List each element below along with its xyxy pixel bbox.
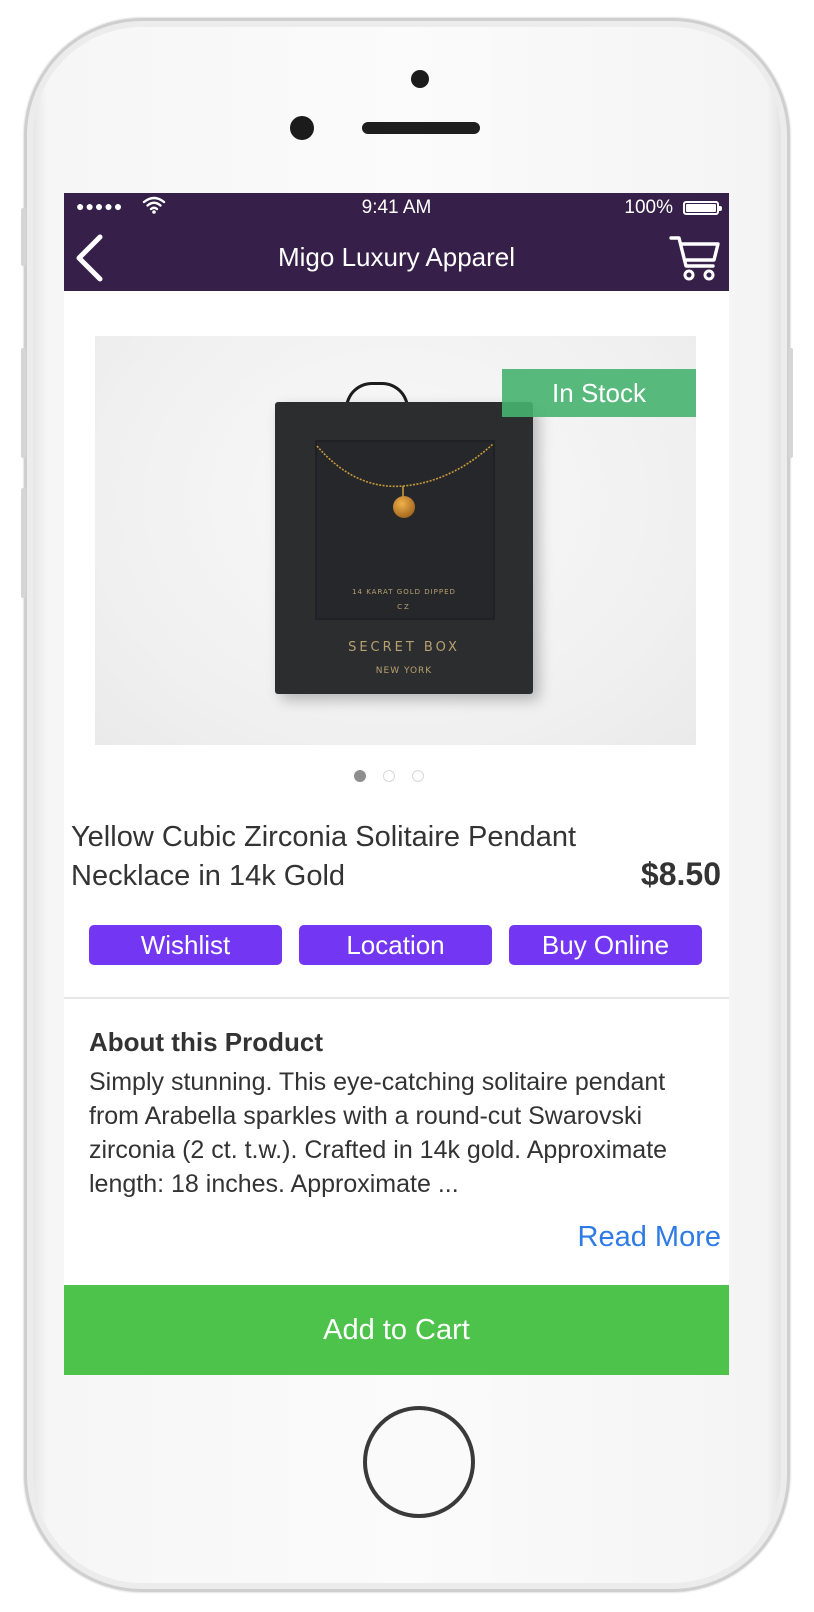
stock-badge: In Stock xyxy=(502,369,696,417)
location-button[interactable]: Location xyxy=(299,925,492,965)
add-to-cart-button[interactable]: Add to Cart xyxy=(64,1285,729,1375)
read-more-link[interactable]: Read More xyxy=(578,1221,721,1254)
cart-button[interactable] xyxy=(669,233,721,283)
mute-switch xyxy=(21,208,26,266)
product-name: Yellow Cubic Zirconia Solitaire Pendant … xyxy=(71,821,577,892)
cart-icon xyxy=(669,236,720,281)
page-title: Migo Luxury Apparel xyxy=(277,242,516,272)
pager-dot-2[interactable] xyxy=(383,770,395,782)
status-bar: ●●●●● 9:41 AM 100% xyxy=(64,193,729,223)
box-brand: SECRET BOX xyxy=(348,640,460,655)
wishlist-button[interactable]: Wishlist xyxy=(89,925,282,965)
app-screen: ●●●●● 9:41 AM 100% Migo Luxury Apparel 1… xyxy=(64,193,729,1375)
about-body: Simply stunning. This eye-catching solit… xyxy=(89,1068,668,1198)
product-price: $8.50 xyxy=(640,856,721,892)
pager-dot-3[interactable] xyxy=(412,770,424,782)
pendant-gem xyxy=(393,496,415,518)
volume-up-button xyxy=(21,348,26,458)
earpiece-speaker xyxy=(362,122,480,134)
power-button xyxy=(788,348,793,458)
box-caption-cz: CZ xyxy=(397,603,411,611)
battery-percent: 100% xyxy=(624,197,673,218)
front-camera xyxy=(411,70,429,88)
pager-dot-1[interactable] xyxy=(354,770,366,782)
top-bar: ●●●●● 9:41 AM 100% Migo Luxury Apparel xyxy=(64,193,729,291)
home-button[interactable] xyxy=(363,1406,475,1518)
box-caption-karat: 14 KARAT GOLD DIPPED xyxy=(352,588,456,596)
volume-down-button xyxy=(21,488,26,598)
section-divider xyxy=(64,997,729,999)
action-buttons: Wishlist Location Buy Online xyxy=(89,925,702,965)
about-heading: About this Product xyxy=(89,1027,323,1057)
battery-icon xyxy=(683,201,722,215)
proximity-sensor xyxy=(290,116,314,140)
box-city: NEW YORK xyxy=(375,666,433,676)
gift-box: 14 KARAT GOLD DIPPED CZ SECRET BOX NEW Y… xyxy=(275,402,533,694)
buy-online-button[interactable]: Buy Online xyxy=(509,925,702,965)
image-pager xyxy=(354,770,424,784)
